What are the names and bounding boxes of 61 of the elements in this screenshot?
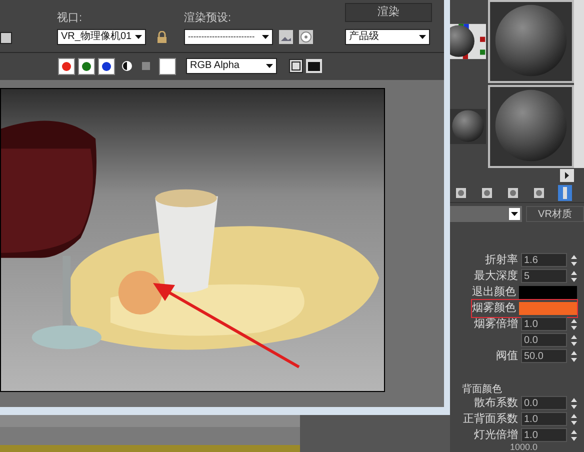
material-tool-icon[interactable]	[480, 186, 494, 200]
param-label: 退出颜色	[472, 284, 516, 300]
spinner-arrows-icon[interactable]	[570, 396, 578, 410]
mono-toggle[interactable]	[142, 62, 150, 70]
param-label: 灯光倍增	[474, 428, 518, 443]
image-icon[interactable]	[279, 30, 293, 44]
preset-dropdown[interactable]: -------------------------	[184, 29, 273, 45]
caret-icon	[262, 35, 269, 39]
caret-icon	[419, 35, 426, 39]
number-field[interactable]: 5	[521, 269, 567, 284]
viewport-label: 视口:	[57, 10, 84, 26]
spinner-arrows-icon[interactable]	[570, 412, 578, 426]
param-label: 散布系数	[474, 396, 518, 411]
color-swatch[interactable]	[519, 302, 577, 315]
param-label: 折射率	[485, 252, 518, 268]
material-name-dropdown[interactable]	[450, 206, 522, 222]
param-label: 背面颜色	[461, 385, 503, 395]
number-field[interactable]: 0.0	[521, 333, 567, 348]
thickness-field[interactable]: 1000.0	[450, 443, 584, 452]
color-swatch[interactable]	[519, 286, 577, 299]
spinner-arrows-icon[interactable]	[570, 318, 578, 331]
spinner-arrows-icon[interactable]	[570, 254, 578, 267]
channel-toggle[interactable]	[58, 58, 75, 74]
channel-toggle[interactable]	[78, 58, 95, 74]
number-field[interactable]: 0.0	[521, 396, 567, 410]
channel-toggle[interactable]	[98, 58, 115, 74]
param-label: 烟雾颜色	[472, 300, 516, 316]
caret-icon	[266, 64, 273, 68]
scrollbar[interactable]	[574, 0, 584, 168]
spinner-arrows-icon[interactable]	[570, 428, 578, 442]
number-field[interactable]: 1.6	[521, 253, 567, 268]
background-swatch[interactable]	[159, 58, 176, 74]
spinner-arrows-icon[interactable]	[570, 350, 578, 363]
number-field[interactable]: 1.0	[521, 428, 567, 442]
display-icon[interactable]	[306, 59, 322, 73]
preset-label: 渲染预设:	[184, 10, 232, 26]
material-tool-icon[interactable]	[506, 186, 520, 200]
param-label: 阀值	[496, 349, 518, 364]
viewport-dropdown[interactable]: VR_物理像机01	[57, 29, 146, 45]
active-tool-icon[interactable]	[558, 184, 572, 201]
material-tool-icon[interactable]	[532, 186, 546, 200]
param-label: 正背面系数	[463, 412, 518, 427]
caret-icon	[135, 35, 142, 39]
number-field[interactable]: 50.0	[521, 349, 567, 364]
caret-icon	[511, 212, 518, 216]
param-label: 烟雾倍增	[474, 317, 518, 332]
frame-icon[interactable]	[289, 59, 303, 73]
number-field[interactable]: 1.0	[521, 412, 567, 426]
spinner-arrows-icon[interactable]	[570, 334, 578, 347]
param-label: 最大深度	[474, 268, 518, 284]
contrast-icon[interactable]	[122, 61, 132, 71]
material-type-button[interactable]: VR材质	[526, 206, 584, 222]
disc-icon[interactable]	[299, 30, 313, 44]
material-tool-icon[interactable]	[454, 186, 468, 200]
lock-icon[interactable]	[157, 31, 167, 43]
display-mode-dropdown[interactable]: RGB Alpha	[186, 58, 277, 74]
window-icon[interactable]	[0, 32, 12, 44]
number-field[interactable]: 1.0	[521, 317, 567, 332]
spinner-arrows-icon[interactable]	[570, 270, 578, 283]
render-button[interactable]: 渲染	[345, 3, 432, 22]
quality-dropdown[interactable]: 产品级	[345, 29, 430, 45]
